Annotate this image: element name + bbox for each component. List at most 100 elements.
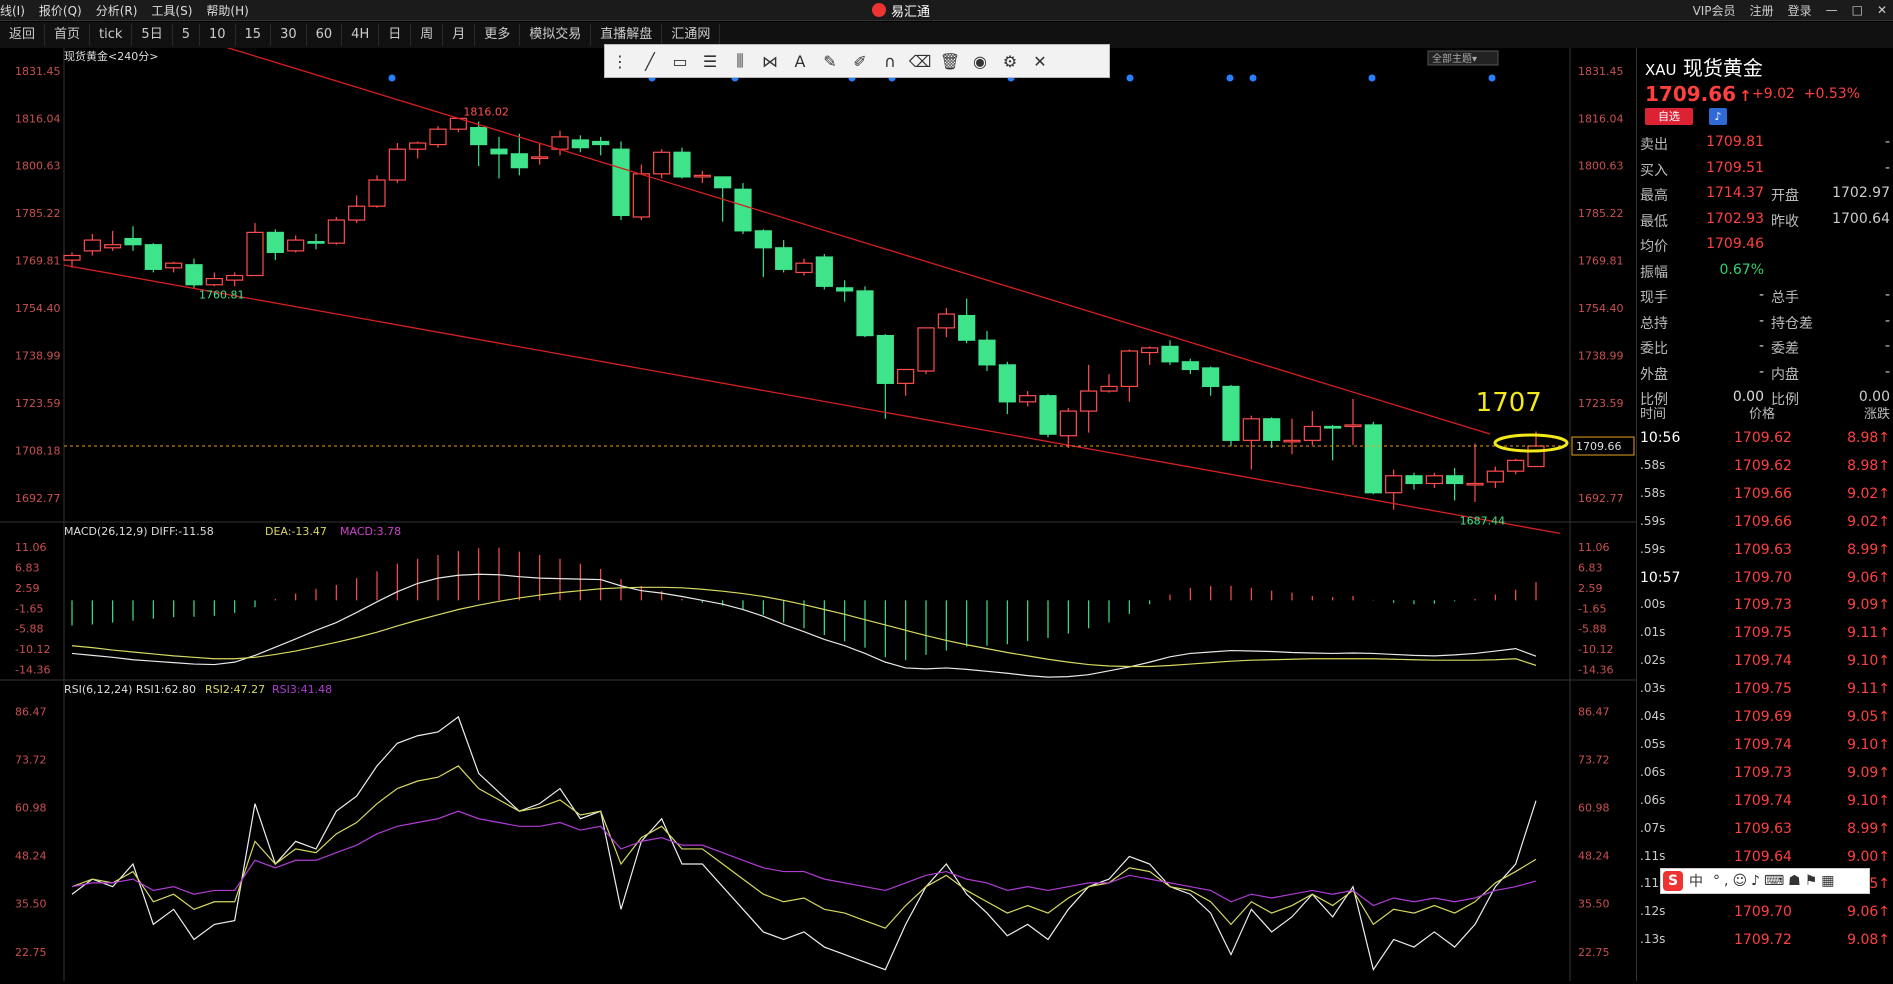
- quote-label: 振幅: [1640, 264, 1668, 281]
- pattern-tool-icon[interactable]: ⋈: [755, 52, 785, 71]
- candlestick-chart[interactable]: 1831.45 1831.45 1816.04 1816.04 1800.63 1800.…: [0, 41, 1636, 981]
- quote-label: 委差: [1771, 341, 1799, 357]
- tick-time: .01s: [1640, 625, 1666, 640]
- magnet-icon[interactable]: ∩: [875, 52, 905, 71]
- line-tool-icon[interactable]: ╱: [635, 52, 665, 71]
- y-tick-label-right: 1692.77: [1578, 492, 1624, 505]
- quote-row: 振幅 0.67%: [1637, 262, 1893, 286]
- quote-value: 1702.93: [1706, 210, 1764, 227]
- close-window-icon[interactable]: ✕: [1877, 3, 1887, 17]
- menu-item[interactable]: 分析(R): [96, 2, 138, 19]
- quote-label: 总持: [1640, 315, 1668, 332]
- tick-time: .11s: [1640, 848, 1666, 863]
- title-bar: 线(I) 报价(Q) 分析(R) 工具(S) 帮助(H) 易汇通 VIP会员 注册 登录 — □…: [0, 0, 1893, 21]
- menu-item[interactable]: 线(I): [0, 2, 25, 19]
- tick-time: .00s: [1640, 597, 1666, 612]
- drag-handle-icon[interactable]: ⋮: [605, 52, 635, 71]
- toolbar-item[interactable]: tick: [90, 24, 133, 46]
- top-link[interactable]: 登录: [1788, 2, 1812, 19]
- tick-price: 1709.70: [1734, 904, 1792, 921]
- quote-value: 1709.51: [1706, 159, 1764, 176]
- chart-area[interactable]: 1831.45 1831.45 1816.04 1816.04 1800.63 1800.…: [0, 41, 1636, 981]
- candle-body: [775, 247, 793, 270]
- quote-value: -: [1884, 287, 1890, 303]
- macd-y-tick-right: -1.65: [1578, 602, 1606, 615]
- toolbar-item[interactable]: 模拟交易: [520, 24, 592, 46]
- quote-row: 买入 1709.51 -: [1637, 160, 1893, 184]
- tick-price: 1709.62: [1734, 457, 1792, 474]
- quote-value: -: [1758, 287, 1764, 303]
- pen-icon[interactable]: ✐: [845, 52, 875, 71]
- tick-change: 9.10↑: [1847, 736, 1890, 753]
- rectangle-tool-icon[interactable]: ▭: [665, 52, 695, 71]
- toolbar-item[interactable]: 日: [379, 24, 412, 46]
- quote-panel: XAU 现货黄金 1709.66 ↑ +9.02 +0.53% 自选 ♪ 卖出 17…: [1636, 48, 1893, 981]
- drawing-toolbar: ⋮ ╱ ▭ ☰ ⫼ ⋈ A ✎ ✐ ∩ ⌫ 🗑 ◉ ⚙ ✕: [604, 44, 1110, 78]
- toolbar-item[interactable]: 直播解盘: [591, 24, 663, 46]
- eye-icon[interactable]: ◉: [965, 52, 995, 71]
- y-tick-label-left: 1816.04: [15, 112, 61, 125]
- channel-tool-icon[interactable]: ☰: [695, 52, 725, 71]
- toolbar-item[interactable]: 首页: [45, 24, 91, 46]
- toolbar-item[interactable]: 5日: [132, 24, 173, 46]
- toolbar-item[interactable]: 15: [236, 24, 272, 46]
- toolbar-item[interactable]: 5: [173, 24, 200, 46]
- ime-tools-icon[interactable]: °,☺♪⌨☗⚑▦: [1713, 873, 1839, 889]
- alert-bell-icon[interactable]: ♪: [1709, 108, 1727, 125]
- toolbar-item[interactable]: 60: [307, 24, 343, 46]
- menu-item[interactable]: 工具(S): [151, 2, 192, 19]
- tick-change: 9.08↑: [1847, 932, 1890, 949]
- macd-y-tick-right: -5.88: [1578, 623, 1606, 636]
- top-link[interactable]: VIP会员: [1693, 2, 1736, 19]
- toolbar-item[interactable]: 4H: [342, 24, 380, 46]
- toolbar-item[interactable]: 周: [411, 24, 444, 46]
- menu-item[interactable]: 帮助(H): [206, 2, 248, 19]
- menu-item[interactable]: 报价(Q): [39, 2, 82, 19]
- macd-y-tick-left: 6.83: [15, 561, 40, 574]
- tick-time: 10:56: [1640, 430, 1681, 446]
- toolbar-item[interactable]: 更多: [475, 24, 521, 46]
- maximize-icon[interactable]: □: [1852, 3, 1863, 17]
- y-tick-label-right: 1816.04: [1578, 112, 1624, 125]
- candle-body: [63, 254, 81, 261]
- tick-change: 9.06↑: [1847, 904, 1890, 921]
- text-tool-icon[interactable]: A: [785, 52, 815, 71]
- settings-icon[interactable]: ⚙: [995, 52, 1025, 71]
- tick-time: .58s: [1640, 485, 1666, 500]
- candle-body: [470, 127, 488, 146]
- tick-row: 10:56 1709.62 8.98↑: [1637, 430, 1893, 457]
- toolbar-item[interactable]: 10: [200, 24, 236, 46]
- toolbar-item[interactable]: 返回: [0, 24, 46, 46]
- trash-icon[interactable]: 🗑: [935, 52, 965, 71]
- candle-body: [1486, 470, 1504, 483]
- candle-body: [205, 277, 223, 286]
- candle-body: [612, 148, 630, 217]
- candle-body: [1405, 475, 1423, 485]
- parallel-lines-icon[interactable]: ⫼: [725, 51, 755, 71]
- candle-body: [287, 239, 305, 252]
- candle-body: [531, 156, 549, 160]
- quote-change: +9.02 +0.53%: [1752, 86, 1861, 102]
- eraser-icon[interactable]: ⌫: [905, 52, 935, 71]
- pencil-icon[interactable]: ✎: [815, 52, 845, 71]
- minimize-icon[interactable]: —: [1826, 3, 1838, 17]
- candle-body: [958, 314, 976, 341]
- y-tick-label-left: 1831.45: [15, 65, 61, 78]
- ime-mode[interactable]: 中: [1689, 871, 1703, 891]
- y-tick-label-right: 1800.63: [1578, 160, 1624, 173]
- candle-body: [1507, 459, 1525, 472]
- toolbar-item[interactable]: 30: [271, 24, 307, 46]
- toolbar-item[interactable]: 月: [443, 24, 476, 46]
- close-icon[interactable]: ✕: [1025, 52, 1055, 71]
- candle-body: [978, 339, 996, 366]
- add-favorite-button[interactable]: 自选: [1645, 108, 1693, 125]
- toolbar-item[interactable]: 汇通网: [662, 24, 721, 46]
- candle-body: [673, 151, 691, 178]
- tick-row: .04s 1709.69 9.05↑: [1637, 709, 1893, 736]
- rsi-y-tick-right: 22.75: [1578, 946, 1610, 959]
- ime-toolbar[interactable]: S 中 °,☺♪⌨☗⚑▦: [1660, 868, 1870, 894]
- quote-value: -: [1884, 159, 1890, 176]
- top-link[interactable]: 注册: [1750, 2, 1774, 19]
- macd-y-tick-left: -1.65: [15, 602, 43, 615]
- candle-body: [266, 231, 284, 254]
